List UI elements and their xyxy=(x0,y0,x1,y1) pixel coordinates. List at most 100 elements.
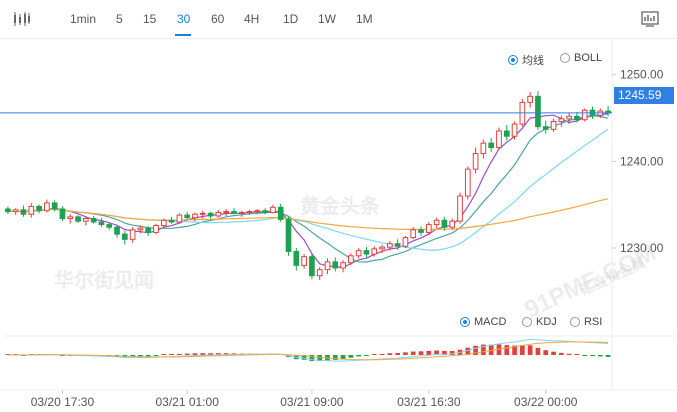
candle-body[interactable] xyxy=(137,227,144,231)
candle-body[interactable] xyxy=(394,243,401,247)
candle-body[interactable] xyxy=(199,212,206,215)
candle-body[interactable] xyxy=(121,233,128,240)
candle-body[interactable] xyxy=(254,210,261,213)
indicator-rsi-toggle[interactable]: RSI xyxy=(570,316,602,328)
candle-body[interactable] xyxy=(106,224,113,228)
candle-body[interactable] xyxy=(231,211,237,214)
macd-bar xyxy=(169,354,174,355)
candle-body[interactable] xyxy=(480,142,487,155)
candle-body[interactable] xyxy=(316,269,323,277)
candle-body[interactable] xyxy=(379,246,385,250)
candle-body[interactable] xyxy=(309,256,315,277)
candle-body[interactable] xyxy=(418,229,424,233)
candle-body[interactable] xyxy=(371,248,378,255)
candle-body[interactable] xyxy=(12,209,19,213)
indicator-label: KDJ xyxy=(536,316,557,328)
candle-body[interactable] xyxy=(527,95,533,103)
candle-body[interactable] xyxy=(83,218,89,222)
candle-body[interactable] xyxy=(488,142,495,148)
candle-body[interactable] xyxy=(293,250,300,266)
candle-body[interactable] xyxy=(153,224,159,233)
candle-body[interactable] xyxy=(550,120,557,130)
candle-body[interactable] xyxy=(270,206,276,213)
candle-body[interactable] xyxy=(215,211,222,217)
candle-body[interactable] xyxy=(581,109,588,121)
macd-bar xyxy=(605,355,611,357)
indicator-macd-toggle[interactable]: MACD xyxy=(460,316,506,328)
candle-body[interactable] xyxy=(535,95,541,128)
macd-bar xyxy=(364,355,369,356)
radio-icon xyxy=(508,55,518,65)
candle-body[interactable] xyxy=(332,261,339,269)
macd-bar xyxy=(379,353,385,355)
candle-body[interactable] xyxy=(324,261,331,271)
candle-body[interactable] xyxy=(457,195,463,222)
macd-bar xyxy=(574,354,580,355)
ma-line-5 xyxy=(7,113,609,269)
candle-body[interactable] xyxy=(355,250,362,257)
candle-body[interactable] xyxy=(44,202,50,212)
x-tick-label: 03/21 09:00 xyxy=(280,395,344,409)
candle-body[interactable] xyxy=(36,205,42,212)
candle-body[interactable] xyxy=(67,216,74,220)
candle-body[interactable] xyxy=(340,262,346,269)
candle-body[interactable] xyxy=(223,211,229,214)
candle-body[interactable] xyxy=(410,229,417,239)
candle-body[interactable] xyxy=(566,115,572,120)
last-price-tag: 1245.59 xyxy=(614,87,674,104)
candle-body[interactable] xyxy=(98,221,105,226)
macd-bar xyxy=(597,355,603,357)
candle-body[interactable] xyxy=(176,214,183,223)
candle-body[interactable] xyxy=(301,256,307,266)
candle-body[interactable] xyxy=(207,212,214,217)
candle-body[interactable] xyxy=(262,210,268,213)
candle-body[interactable] xyxy=(472,153,479,170)
candle-body[interactable] xyxy=(59,208,66,220)
candle-body[interactable] xyxy=(425,224,432,233)
x-tick-label: 03/21 01:00 xyxy=(155,395,219,409)
candle-body[interactable] xyxy=(363,250,370,255)
candle-body[interactable] xyxy=(129,229,136,240)
candle-body[interactable] xyxy=(449,220,456,228)
candle-body[interactable] xyxy=(238,211,245,214)
candle-body[interactable] xyxy=(402,237,409,247)
macd-bar xyxy=(504,345,510,355)
candle-body[interactable] xyxy=(246,211,253,214)
candle-body[interactable] xyxy=(574,115,580,121)
candle-body[interactable] xyxy=(387,243,393,248)
candle-body[interactable] xyxy=(348,255,354,264)
candle-body[interactable] xyxy=(464,168,471,197)
candle-body[interactable] xyxy=(28,205,35,215)
candle-body[interactable] xyxy=(511,123,518,137)
candle-body[interactable] xyxy=(441,219,448,228)
indicator-kdj-toggle[interactable]: KDJ xyxy=(522,316,557,328)
candle-body[interactable] xyxy=(90,218,97,223)
candle-body[interactable] xyxy=(160,219,167,226)
candle-body[interactable] xyxy=(192,213,198,219)
macd-dea-line xyxy=(7,341,609,361)
candle-body[interactable] xyxy=(75,216,81,222)
macd-bar xyxy=(582,355,588,356)
macd-bar xyxy=(410,351,416,355)
candle-body[interactable] xyxy=(51,202,58,210)
candle-body[interactable] xyxy=(5,208,11,213)
candle-body[interactable] xyxy=(277,206,284,220)
candle-body[interactable] xyxy=(542,126,549,130)
macd-bar xyxy=(340,355,346,360)
candle-body[interactable] xyxy=(114,226,120,235)
candle-body[interactable] xyxy=(285,218,292,252)
candle-body[interactable] xyxy=(168,219,175,223)
candle-body[interactable] xyxy=(145,227,152,233)
candle-body[interactable] xyxy=(433,219,440,226)
indicator-label: BOLL xyxy=(574,52,603,64)
candle-body[interactable] xyxy=(20,209,27,215)
indicator-ma-toggle[interactable]: 均线 xyxy=(508,52,544,68)
candle-body[interactable] xyxy=(503,130,510,137)
candle-body[interactable] xyxy=(558,118,565,122)
macd-bar xyxy=(426,350,432,355)
candle-body[interactable] xyxy=(184,214,191,219)
indicator-boll-toggle[interactable]: BOLL xyxy=(560,52,602,64)
candle-body[interactable] xyxy=(496,130,502,148)
radio-icon xyxy=(522,317,532,327)
macd-bar xyxy=(356,355,362,357)
